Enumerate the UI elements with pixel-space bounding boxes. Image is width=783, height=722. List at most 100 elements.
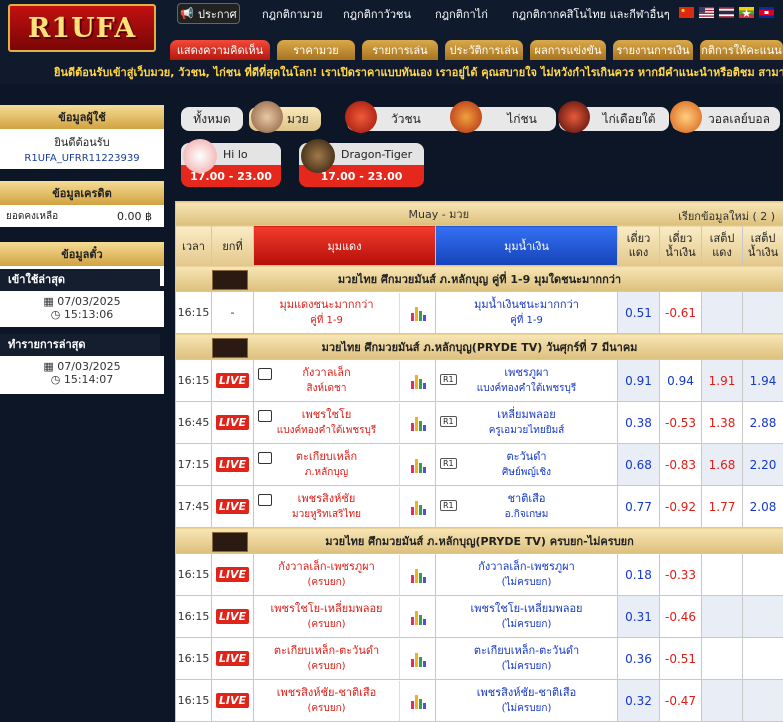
blue-corner-cell[interactable]: R1เพชรภูผาแบงค์ทองคำใต้เพชรบุรี	[436, 360, 618, 402]
blue-corner-cell[interactable]: มุมน้ำเงินชนะมากกว่าคู่ที่ 1-9	[436, 292, 618, 334]
live-badge[interactable]: LIVE	[216, 499, 249, 514]
game-dragon-tiger[interactable]: Dragon-Tiger 17.00 - 23.00	[299, 143, 424, 188]
odd-red-value[interactable]: 0.36	[618, 638, 660, 680]
live-badge[interactable]: LIVE	[216, 609, 249, 624]
step-blue-value[interactable]	[743, 596, 783, 638]
step-red-value[interactable]	[702, 596, 743, 638]
tv-icon[interactable]	[258, 452, 272, 464]
step-red-value[interactable]: 1.38	[702, 402, 743, 444]
blue-corner-cell[interactable]: R1ชาติเสืออ.กิจเกษม	[436, 486, 618, 528]
live-badge[interactable]: LIVE	[216, 415, 249, 430]
stats-chart-icon[interactable]	[411, 373, 425, 389]
step-red-value[interactable]	[702, 554, 743, 596]
step-blue-value[interactable]	[743, 680, 783, 722]
step-red-value[interactable]	[702, 292, 743, 334]
stats-chart-icon[interactable]	[411, 457, 425, 473]
step-blue-value[interactable]: 2.20	[743, 444, 783, 486]
step-blue-value[interactable]: 2.08	[743, 486, 783, 528]
odd-red-value[interactable]: 0.91	[618, 360, 660, 402]
last-login-date: 07/03/2025	[57, 295, 120, 308]
odd-red-value[interactable]: 0.32	[618, 680, 660, 722]
odd-blue-value[interactable]: -0.51	[660, 638, 702, 680]
live-badge[interactable]: LIVE	[216, 567, 249, 582]
odd-blue-value[interactable]: -0.53	[660, 402, 702, 444]
live-badge[interactable]: LIVE	[216, 457, 249, 472]
live-badge[interactable]: LIVE	[216, 373, 249, 388]
red-corner-cell[interactable]: ตะเกียบเหล็กภ.หลักบุญ	[254, 444, 436, 486]
blue-corner-cell[interactable]: R1ตะวันดำศิษย์พญ์เชิง	[436, 444, 618, 486]
red-corner-cell[interactable]: มุมแดงชนะมากกว่าคู่ที่ 1-9	[254, 292, 436, 334]
red-corner-cell[interactable]: เพชรสิงห์ชัย-ชาติเสือ(ครบยก)	[254, 680, 436, 722]
tv-icon[interactable]	[258, 494, 272, 506]
step-red-value[interactable]	[702, 680, 743, 722]
step-red-value[interactable]: 1.91	[702, 360, 743, 402]
odd-blue-value[interactable]: -0.33	[660, 554, 702, 596]
flag-china-icon[interactable]	[679, 7, 694, 18]
odd-blue-value[interactable]: -0.92	[660, 486, 702, 528]
stats-chart-icon[interactable]	[411, 609, 425, 625]
stats-chart-icon[interactable]	[411, 499, 425, 515]
nav-scoring-rules[interactable]: กติการให้คะแนน	[700, 40, 783, 60]
red-fighter: เพชรใชโย	[254, 407, 399, 423]
blue-corner-cell[interactable]: เพชรใชโย-เหลี่ยมพลอย(ไม่ครบยก)	[436, 596, 618, 638]
blue-corner-cell[interactable]: เพชรสิงห์ชัย-ชาติเสือ(ไม่ครบยก)	[436, 680, 618, 722]
game-hilo[interactable]: Hi lo 17.00 - 23.00	[181, 143, 281, 188]
tab-all[interactable]: ทั้งหมด	[181, 107, 243, 131]
site-logo[interactable]: R1UFA	[8, 4, 156, 52]
stats-chart-icon[interactable]	[411, 305, 425, 321]
nav-casino-rules[interactable]: กฎกติกากคสิโนไทย และกีฬาอื่นๆ	[512, 5, 670, 23]
nav-bet-list[interactable]: รายการเล่น	[362, 40, 438, 60]
live-badge[interactable]: LIVE	[216, 693, 249, 708]
stats-chart-icon[interactable]	[411, 693, 425, 709]
red-corner-cell[interactable]: เพชรใชโย-เหลี่ยมพลอย(ครบยก)	[254, 596, 436, 638]
stats-chart-icon[interactable]	[411, 651, 425, 667]
odd-blue-value[interactable]: -0.46	[660, 596, 702, 638]
red-corner-cell[interactable]: กังวาลเล็ก-เพชรภูผา(ครบยก)	[254, 554, 436, 596]
blue-corner-cell[interactable]: R1เหลี่ยมพลอยครูเอมวยไทยยิมส์	[436, 402, 618, 444]
red-corner-cell[interactable]: เพชรสิงห์ชัยมวยหูริทเสริไทย	[254, 486, 436, 528]
flag-usa-icon[interactable]	[699, 7, 714, 18]
stats-chart-icon[interactable]	[411, 567, 425, 583]
tv-icon[interactable]	[258, 410, 272, 422]
flag-cambodia-icon[interactable]	[759, 7, 774, 18]
last-login-label: เข้าใช้ล่าสุด	[0, 269, 160, 291]
odd-blue-value[interactable]: 0.94	[660, 360, 702, 402]
red-corner-cell[interactable]: ตะเกียบเหล็ก-ตะวันดำ(ครบยก)	[254, 638, 436, 680]
stats-chart-icon[interactable]	[411, 415, 425, 431]
odd-red-value[interactable]: 0.77	[618, 486, 660, 528]
tv-icon[interactable]	[258, 368, 272, 380]
odd-blue-value[interactable]: -0.47	[660, 680, 702, 722]
red-corner-cell[interactable]: เพชรใชโยแบงค์ทองคำใต้เพชรบุรี	[254, 402, 436, 444]
odd-blue-value[interactable]: -0.61	[660, 292, 702, 334]
step-blue-value[interactable]: 2.88	[743, 402, 783, 444]
odd-red-value[interactable]: 0.31	[618, 596, 660, 638]
step-red-value[interactable]: 1.68	[702, 444, 743, 486]
announce-button[interactable]: 📢ประกาศ	[177, 3, 240, 24]
blue-corner-cell[interactable]: ตะเกียบเหล็ก-ตะวันดำ(ไม่ครบยก)	[436, 638, 618, 680]
red-corner-cell[interactable]: กังวาลเล็กสิงห์เดชา	[254, 360, 436, 402]
flag-myanmar-icon[interactable]	[739, 7, 754, 18]
nav-cock-rules[interactable]: กฎกติกาไก่	[435, 5, 488, 23]
flag-thailand-icon[interactable]	[719, 7, 734, 18]
odd-red-value[interactable]: 0.38	[618, 402, 660, 444]
nav-bull-rules[interactable]: กฎกติกาวัวชน	[343, 5, 411, 23]
step-blue-value[interactable]: 1.94	[743, 360, 783, 402]
nav-boxing-rules[interactable]: กฎกติกามวย	[262, 5, 323, 23]
live-badge[interactable]: LIVE	[216, 651, 249, 666]
refresh-button[interactable]: เรียกข้อมูลใหม่ ( 2 )	[678, 207, 775, 225]
odd-red-value[interactable]: 0.51	[618, 292, 660, 334]
step-blue-value[interactable]	[743, 638, 783, 680]
step-blue-value[interactable]	[743, 292, 783, 334]
nav-boxing-odds[interactable]: ราคามวย	[277, 40, 355, 60]
odd-red-value[interactable]: 0.18	[618, 554, 660, 596]
odd-red-value[interactable]: 0.68	[618, 444, 660, 486]
nav-bet-history[interactable]: ประวัติการเล่น	[445, 40, 523, 60]
step-blue-value[interactable]	[743, 554, 783, 596]
nav-feedback[interactable]: แสดงความคิดเห็น	[170, 40, 270, 60]
odd-blue-value[interactable]: -0.83	[660, 444, 702, 486]
step-red-value[interactable]: 1.77	[702, 486, 743, 528]
nav-finance-report[interactable]: รายงานการเงิน	[613, 40, 693, 60]
step-red-value[interactable]	[702, 638, 743, 680]
blue-corner-cell[interactable]: กังวาลเล็ก-เพชรภูผา(ไม่ครบยก)	[436, 554, 618, 596]
nav-results[interactable]: ผลการแข่งขัน	[530, 40, 606, 60]
